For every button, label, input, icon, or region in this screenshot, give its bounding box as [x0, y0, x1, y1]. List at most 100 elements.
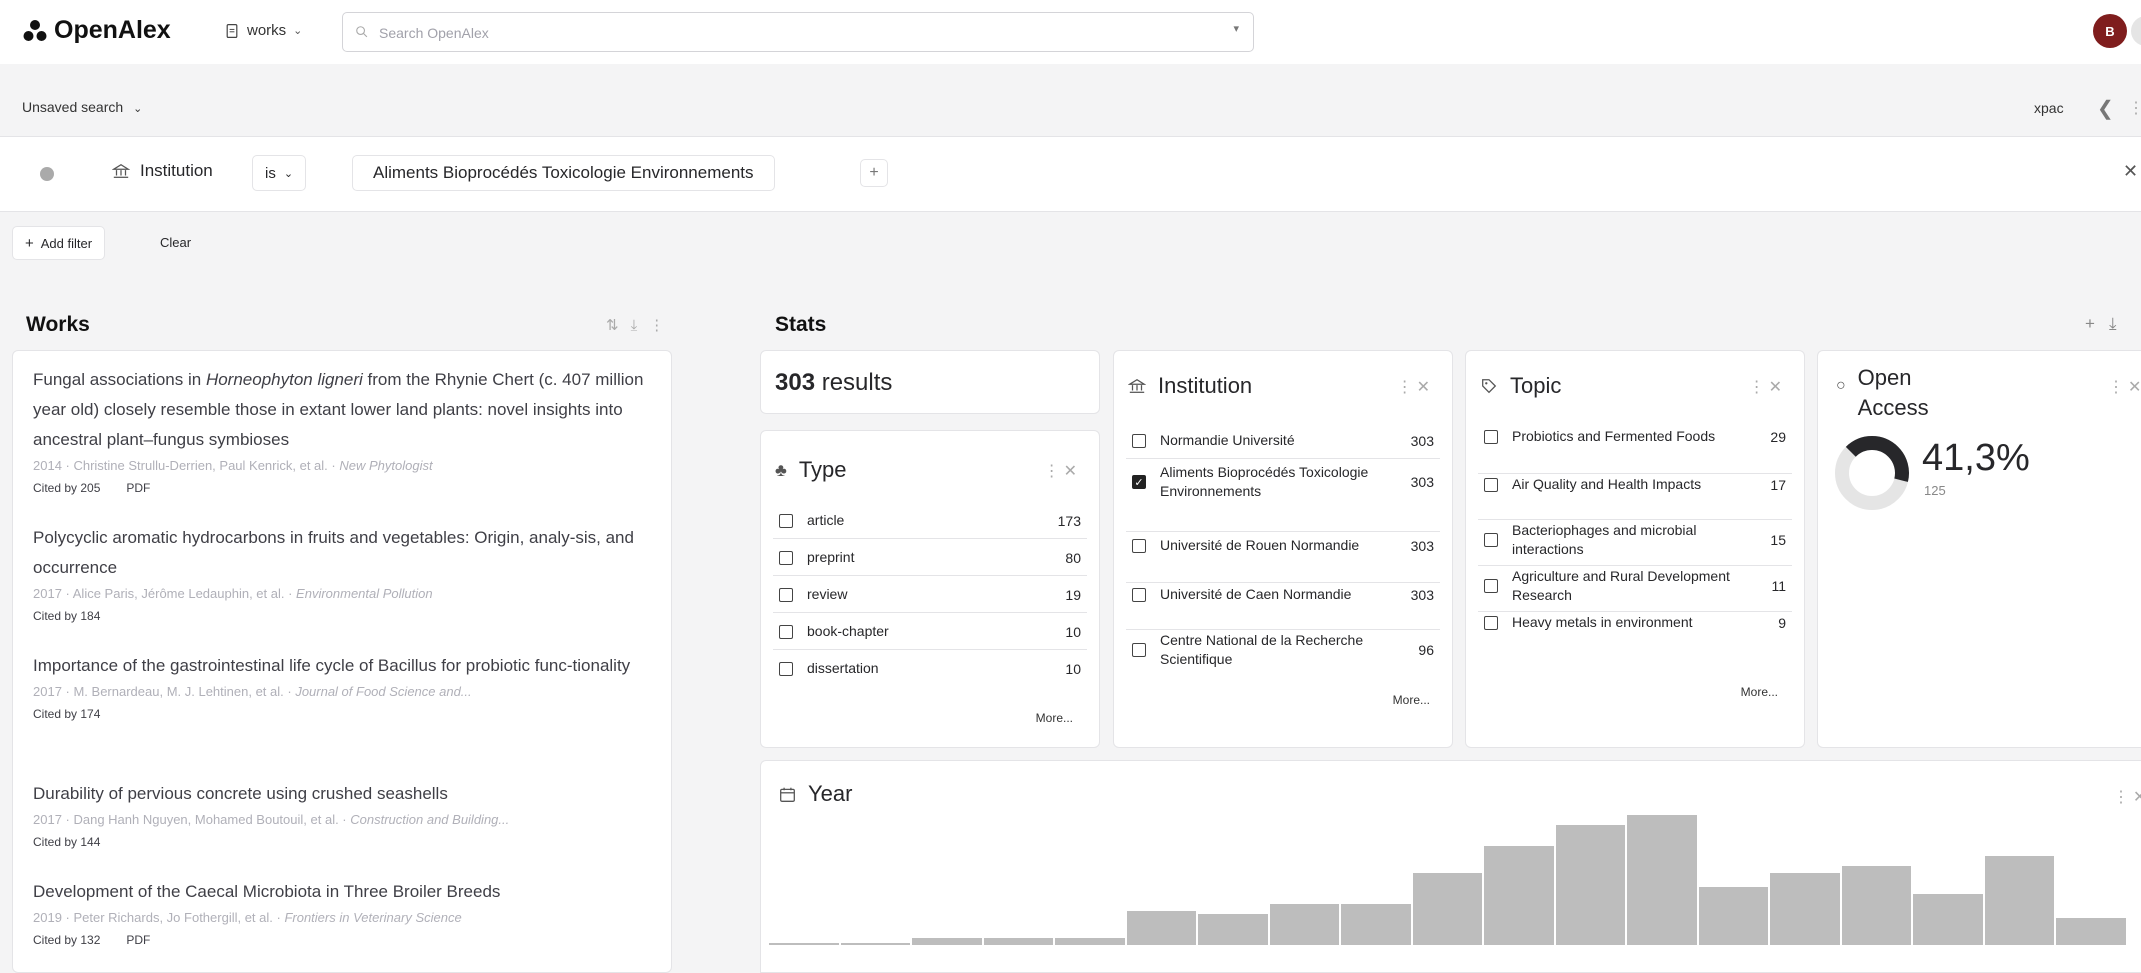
cited-by-link[interactable]: Cited by 144	[33, 835, 100, 849]
topic-row[interactable]: Bacteriophages and microbial interaction…	[1484, 521, 1786, 559]
filter-toggle-icon[interactable]	[40, 167, 54, 181]
checkbox[interactable]	[779, 550, 793, 565]
share-icon[interactable]: ❮	[2097, 96, 2114, 121]
add-stat-icon[interactable]: +	[2085, 314, 2109, 333]
search-dropdown-icon[interactable]: ▾	[1233, 22, 1239, 35]
institution-row[interactable]: Centre National de la Recherche Scientif…	[1132, 631, 1434, 669]
filter-value-chip[interactable]: Aliments Bioprocédés Toxicologie Environ…	[352, 155, 775, 191]
openalex-logo[interactable]: OpenAlex	[22, 16, 171, 45]
download-icon[interactable]: ⤓	[631, 317, 650, 334]
type-card: ♣ Type ⋮✕ article 173 preprint 80 review 19…	[760, 430, 1100, 748]
work-title[interactable]: Durability of pervious concrete using cr…	[33, 779, 653, 809]
cited-by-link[interactable]: Cited by 184	[33, 609, 100, 623]
institution-row[interactable]: ✓ Aliments Bioprocédés Toxicologie Enviro…	[1132, 463, 1434, 501]
more-link[interactable]: More...	[1036, 711, 1073, 725]
year-bar[interactable]	[1197, 914, 1269, 945]
checkbox[interactable]	[1132, 538, 1146, 553]
cited-by-link[interactable]: Cited by 174	[33, 707, 100, 721]
search-input[interactable]	[377, 21, 1201, 45]
cited-by-link[interactable]: Cited by 205	[33, 481, 100, 495]
list-item[interactable]: Development of the Caecal Microbiota in …	[33, 877, 653, 951]
year-bar[interactable]	[1626, 815, 1698, 945]
checkbox[interactable]	[1132, 643, 1146, 657]
more-link[interactable]: More...	[1393, 693, 1430, 707]
checkbox[interactable]	[1484, 477, 1498, 492]
year-bar[interactable]	[1125, 910, 1197, 945]
year-bar[interactable]	[1411, 873, 1483, 945]
checkbox[interactable]	[779, 661, 793, 676]
checkbox[interactable]	[779, 624, 793, 639]
checkbox[interactable]	[1132, 433, 1146, 448]
year-bar[interactable]	[1268, 903, 1340, 945]
work-title[interactable]: Fungal associations in Horneophyton lign…	[33, 365, 653, 455]
list-item[interactable]: Polycyclic aromatic hydrocarbons in frui…	[33, 523, 653, 627]
year-bar[interactable]	[982, 938, 1054, 945]
institution-row[interactable]: Normandie Université 303	[1132, 431, 1434, 450]
card-tools[interactable]: ⋮✕	[1397, 377, 1434, 397]
checkbox[interactable]	[779, 587, 793, 602]
xpac-toggle[interactable]: xpac	[2034, 100, 2064, 116]
clear-button[interactable]: Clear	[160, 235, 191, 250]
close-icon[interactable]: ✕	[2123, 161, 2138, 182]
year-bar[interactable]	[1912, 893, 1984, 945]
pdf-link[interactable]: PDF	[126, 481, 150, 495]
topic-row[interactable]: Agriculture and Rural Development Resear…	[1484, 567, 1786, 605]
year-bar[interactable]	[1340, 903, 1412, 945]
year-bar[interactable]	[1983, 856, 2055, 945]
more-options-icon[interactable]: ⋮	[2128, 98, 2141, 118]
year-bar[interactable]	[1697, 886, 1769, 945]
list-item[interactable]: Fungal associations in Horneophyton lign…	[33, 365, 653, 499]
list-item[interactable]: Durability of pervious concrete using cr…	[33, 779, 653, 853]
topic-row[interactable]: Air Quality and Health Impacts 17	[1484, 475, 1786, 494]
checkbox[interactable]	[1484, 615, 1498, 630]
year-bar[interactable]	[1554, 825, 1626, 945]
avatar[interactable]: B	[2093, 14, 2127, 48]
checkbox[interactable]	[1484, 429, 1498, 444]
topic-row[interactable]: Probiotics and Fermented Foods 29	[1484, 427, 1786, 446]
add-filter-button[interactable]: + Add filter	[12, 226, 106, 260]
year-bar[interactable]	[1483, 845, 1555, 945]
card-tools[interactable]: ⋮✕	[1044, 461, 1081, 481]
card-tools[interactable]: ⋮✕	[2113, 787, 2141, 807]
pdf-link[interactable]: PDF	[126, 933, 150, 947]
year-bar[interactable]	[839, 943, 911, 945]
list-item[interactable]: Importance of the gastrointestinal life …	[33, 651, 653, 725]
saved-search-menu[interactable]: Unsaved search ⌄	[22, 99, 142, 115]
sort-icon[interactable]: ⇅	[606, 317, 631, 334]
work-title[interactable]: Polycyclic aromatic hydrocarbons in frui…	[33, 523, 653, 583]
year-bar[interactable]	[2055, 917, 2127, 945]
institution-row[interactable]: Université de Caen Normandie 303	[1132, 585, 1434, 604]
year-bar[interactable]	[1769, 873, 1841, 945]
filter-operator-select[interactable]: is ⌄	[252, 155, 307, 191]
institution-row[interactable]: Université de Rouen Normandie 303	[1132, 536, 1434, 555]
checkbox[interactable]	[1484, 579, 1498, 593]
work-citations: Cited by 174	[33, 703, 653, 725]
add-filter-value-button[interactable]: +	[860, 159, 888, 187]
type-row[interactable]: book-chapter 10	[779, 622, 1081, 641]
search-box[interactable]: ▾	[342, 12, 1254, 52]
type-row[interactable]: article 173	[779, 511, 1081, 530]
more-link[interactable]: More...	[1741, 685, 1778, 699]
more-options-icon[interactable]: ⋮	[649, 317, 676, 334]
entity-type-select[interactable]: works ⌄	[224, 22, 302, 39]
year-bar[interactable]	[911, 938, 983, 945]
year-bar[interactable]	[768, 943, 840, 945]
download-icon[interactable]: ⤓	[2109, 314, 2131, 333]
checkbox[interactable]	[1132, 587, 1146, 602]
calendar-icon	[780, 787, 795, 802]
work-title[interactable]: Importance of the gastrointestinal life …	[33, 651, 653, 681]
type-row[interactable]: dissertation 10	[779, 659, 1081, 678]
card-tools[interactable]: ⋮✕	[2108, 377, 2141, 397]
cited-by-link[interactable]: Cited by 132	[33, 933, 100, 947]
type-row[interactable]: preprint 80	[779, 548, 1081, 567]
checkbox[interactable]	[779, 513, 793, 528]
topic-row[interactable]: Heavy metals in environment 9	[1484, 613, 1786, 632]
type-row[interactable]: review 19	[779, 585, 1081, 604]
work-title[interactable]: Development of the Caecal Microbiota in …	[33, 877, 653, 907]
card-tools[interactable]: ⋮✕	[1749, 377, 1786, 397]
year-bar[interactable]	[1054, 938, 1126, 945]
checkbox[interactable]	[1484, 533, 1498, 547]
checkbox-checked[interactable]: ✓	[1132, 475, 1146, 489]
year-bar[interactable]	[1840, 866, 1912, 945]
secondary-avatar[interactable]	[2131, 16, 2141, 46]
